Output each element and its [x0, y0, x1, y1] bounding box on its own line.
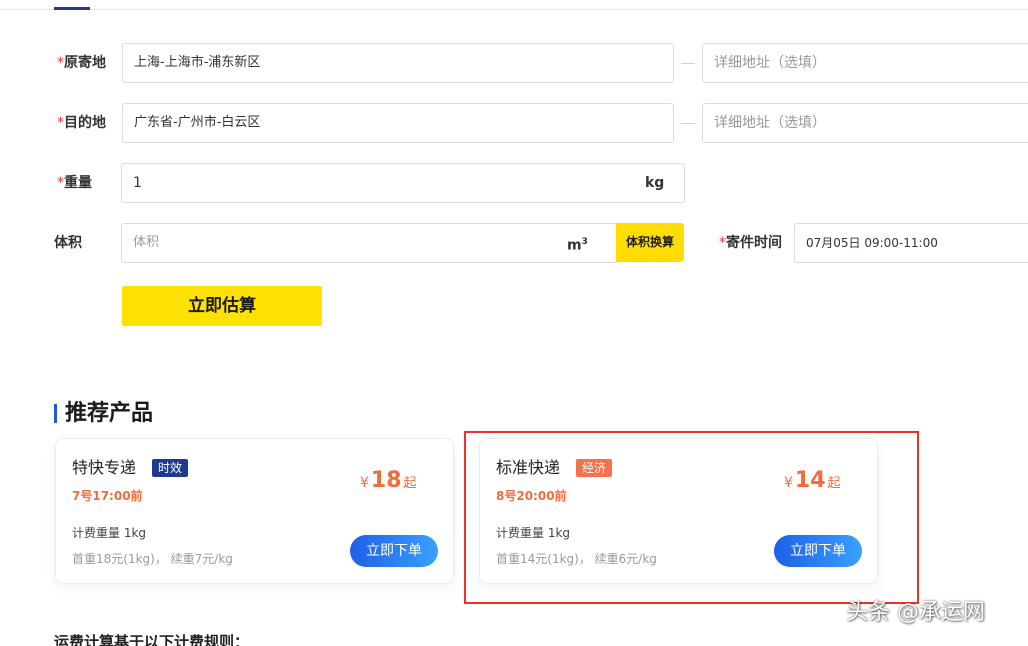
origin-label: *原寄地 — [57, 53, 106, 73]
section-accent-bar — [54, 404, 57, 423]
pricing-rule: 首重18元(1kg)， 续重7元/kg — [72, 551, 233, 567]
destination-detail-input[interactable]: 详细地址（选填） — [702, 103, 1028, 143]
pricing-rules-heading: 运费计算基于以下计费规则： — [54, 631, 249, 646]
highlight-annotation-box — [464, 431, 919, 604]
product-badge: 时效 — [152, 459, 188, 477]
send-time-select[interactable]: 07月05日 09:00-11:00 — [794, 223, 1028, 263]
required-mark: * — [719, 235, 726, 251]
volume-label: 体积 — [54, 233, 82, 253]
active-tab-indicator — [54, 7, 90, 10]
billing-weight: 计费重量 1kg — [72, 525, 146, 541]
price-value: 18 — [371, 468, 402, 493]
weight-input[interactable]: 1 — [121, 163, 685, 203]
order-now-button[interactable]: 立即下单 — [350, 535, 438, 567]
volume-convert-button[interactable]: 体积换算 — [616, 223, 684, 262]
origin-select[interactable]: 上海-上海市-浦东新区 — [122, 43, 674, 83]
destination-label: *目的地 — [57, 113, 106, 133]
divider-dash — [681, 63, 695, 64]
currency-symbol: ¥ — [360, 475, 369, 491]
volume-unit-text: m — [567, 238, 582, 254]
weight-label: *重量 — [57, 173, 92, 193]
destination-select[interactable]: 广东省-广州市-白云区 — [122, 103, 674, 143]
products-section-title: 推荐产品 — [65, 400, 153, 428]
volume-unit: m3 — [567, 232, 588, 256]
watermark-text: 头条 @承运网 — [846, 598, 985, 628]
destination-label-text: 目的地 — [64, 115, 106, 131]
required-mark: * — [57, 55, 64, 71]
origin-label-text: 原寄地 — [64, 55, 106, 71]
send-time-label-text: 寄件时间 — [726, 235, 782, 251]
volume-input[interactable]: 体积 — [121, 223, 619, 263]
origin-detail-input[interactable]: 详细地址（选填） — [702, 43, 1028, 83]
delivery-deadline: 7号17:00前 — [72, 488, 143, 504]
send-time-label: *寄件时间 — [719, 233, 782, 253]
product-card-express[interactable]: 特快专递 时效 7号17:00前 ¥18起 计费重量 1kg 首重18元(1kg… — [55, 438, 454, 584]
weight-label-text: 重量 — [64, 175, 92, 191]
product-name: 特快专递 — [72, 458, 136, 478]
required-mark: * — [57, 175, 64, 191]
divider-dash — [681, 123, 695, 124]
product-price: ¥18起 — [360, 468, 417, 493]
volume-unit-sup: 3 — [582, 237, 588, 247]
top-divider — [0, 9, 1028, 10]
price-suffix: 起 — [404, 476, 417, 491]
estimate-button[interactable]: 立即估算 — [122, 286, 322, 326]
required-mark: * — [57, 115, 64, 131]
weight-unit: kg — [645, 173, 664, 193]
